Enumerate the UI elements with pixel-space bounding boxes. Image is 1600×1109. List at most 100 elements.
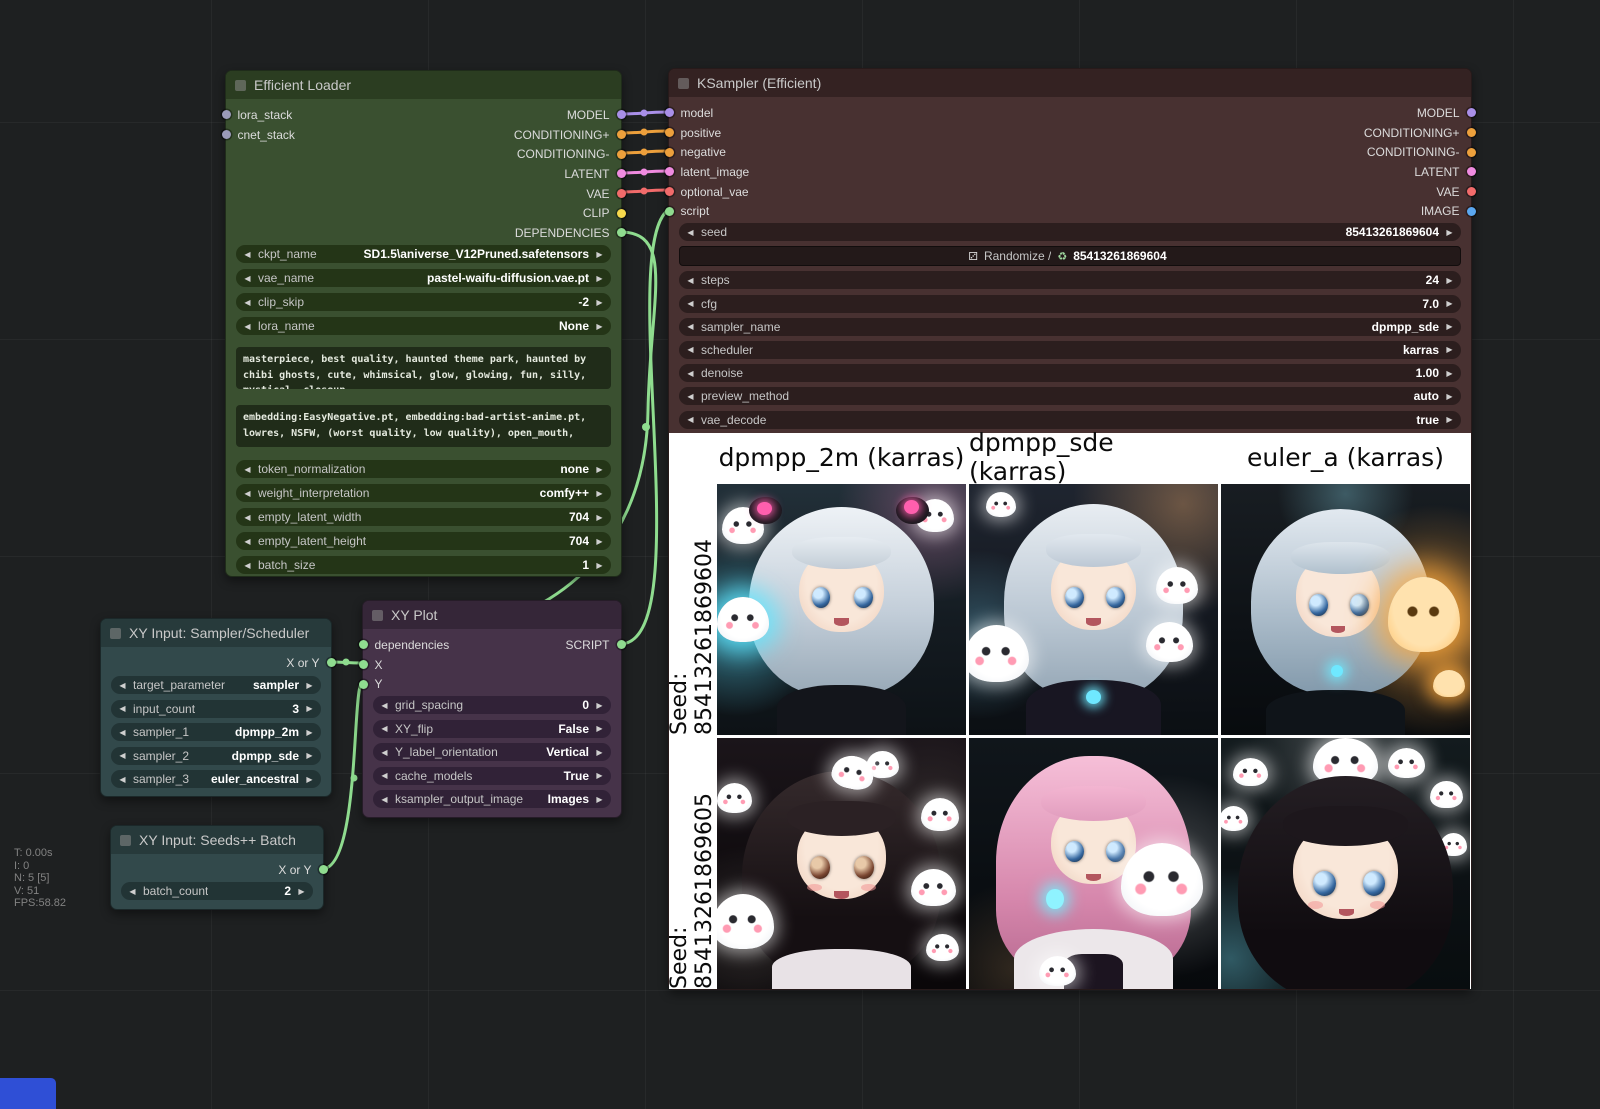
positive-prompt-textbox[interactable]: masterpiece, best quality, haunted theme… [236,347,611,389]
output-slot-script[interactable]: SCRIPT [565,635,611,655]
slot-dot[interactable] [665,128,674,137]
arrow-left-icon[interactable]: ◀ [242,465,253,474]
arrow-left-icon[interactable]: ◀ [379,748,390,757]
arrow-left-icon[interactable]: ◀ [379,795,390,804]
arrow-right-icon[interactable]: ▶ [1444,415,1455,424]
input-slot-positive[interactable]: positive [679,123,721,143]
node-titlebar[interactable]: XY Input: Sampler/Scheduler [101,619,331,647]
widget-steps[interactable]: ◀ steps 24 ▶ [679,271,1461,289]
arrow-left-icon[interactable]: ◀ [117,704,128,713]
node-titlebar[interactable]: KSampler (Efficient) [669,69,1471,97]
node-xy-input-seeds-batch[interactable]: XY Input: Seeds++ Batch X or Y ◀ batch_c… [110,825,324,910]
widget-batch-size[interactable]: ◀ batch_size 1 ▶ [236,556,611,574]
widget-denoise[interactable]: ◀ denoise 1.00 ▶ [679,364,1461,382]
widget-seed[interactable]: ◀ seed 85413261869604 ▶ [679,223,1461,241]
node-graph-canvas[interactable]: Efficient Loader lora_stack cnet_stack M… [0,0,1600,1109]
arrow-left-icon[interactable]: ◀ [117,728,128,737]
output-slot-x-or-y[interactable]: X or Y [286,653,321,673]
collapse-icon[interactable] [678,78,689,89]
node-titlebar[interactable]: Efficient Loader [226,71,621,99]
widget-y-label-orientation[interactable]: ◀ Y_label_orientation Vertical ▶ [373,743,611,761]
arrow-right-icon[interactable]: ▶ [1444,392,1455,401]
arrow-right-icon[interactable]: ▶ [594,561,605,570]
widget-scheduler[interactable]: ◀ scheduler karras ▶ [679,341,1461,359]
input-slot-x[interactable]: X [373,655,383,675]
widget-lora-name[interactable]: ◀ lora_name None ▶ [236,317,611,335]
arrow-right-icon[interactable]: ▶ [304,775,315,784]
slot-dot[interactable] [665,148,674,157]
slot-dot[interactable] [359,680,368,689]
arrow-left-icon[interactable]: ◀ [117,751,128,760]
randomize-seed-button[interactable]: ⚂ Randomize / ♻ 85413261869604 [679,246,1461,266]
output-slot-vae[interactable]: VAE [1436,182,1461,202]
collapse-icon[interactable] [120,835,131,846]
slot-dot[interactable] [222,110,231,119]
node-titlebar[interactable]: XY Plot [363,601,621,629]
arrow-right-icon[interactable]: ▶ [594,322,605,331]
arrow-left-icon[interactable]: ◀ [379,771,390,780]
slot-dot[interactable] [359,640,368,649]
slot-dot[interactable] [617,640,626,649]
widget-token-normalization[interactable]: ◀ token_normalization none ▶ [236,460,611,478]
arrow-right-icon[interactable]: ▶ [1444,299,1455,308]
output-slot-conditioning-minus[interactable]: CONDITIONING- [517,144,611,164]
output-slot-dependencies[interactable]: DEPENDENCIES [515,223,611,243]
collapse-icon[interactable] [235,80,246,91]
arrow-left-icon[interactable]: ◀ [685,415,696,424]
widget-xy-flip[interactable]: ◀ XY_flip False ▶ [373,720,611,738]
arrow-right-icon[interactable]: ▶ [594,298,605,307]
widget-empty-latent-height[interactable]: ◀ empty_latent_height 704 ▶ [236,532,611,550]
slot-dot[interactable] [359,660,368,669]
node-xy-plot[interactable]: XY Plot dependencies X Y SCRIPT [362,600,622,818]
slot-dot[interactable] [617,189,626,198]
arrow-left-icon[interactable]: ◀ [379,724,390,733]
arrow-left-icon[interactable]: ◀ [117,681,128,690]
arrow-right-icon[interactable]: ▶ [296,887,307,896]
output-slot-image[interactable]: IMAGE [1421,201,1461,221]
slot-dot[interactable] [1467,167,1476,176]
arrow-right-icon[interactable]: ▶ [1444,322,1455,331]
slot-dot[interactable] [665,108,674,117]
slot-dot[interactable] [617,228,626,237]
slot-dot[interactable] [1467,207,1476,216]
widget-preview-method[interactable]: ◀ preview_method auto ▶ [679,387,1461,405]
arrow-left-icon[interactable]: ◀ [685,276,696,285]
input-slot-cnet-stack[interactable]: cnet_stack [236,125,295,145]
arrow-left-icon[interactable]: ◀ [242,537,253,546]
arrow-right-icon[interactable]: ▶ [594,701,605,710]
input-slot-optional-vae[interactable]: optional_vae [679,182,749,202]
slot-dot[interactable] [1467,108,1476,117]
arrow-right-icon[interactable]: ▶ [304,751,315,760]
output-slot-x-or-y[interactable]: X or Y [278,860,313,880]
arrow-left-icon[interactable]: ◀ [242,489,253,498]
slot-dot[interactable] [319,865,328,874]
output-slot-vae[interactable]: VAE [586,184,611,204]
widget-sampler-3[interactable]: ◀ sampler_3 euler_ancestral ▶ [111,770,321,788]
widget-batch-count[interactable]: ◀ batch_count 2 ▶ [121,882,313,900]
output-slot-latent[interactable]: LATENT [564,164,611,184]
slot-dot[interactable] [665,207,674,216]
slot-dot[interactable] [617,110,626,119]
widget-vae-name[interactable]: ◀ vae_name pastel-waifu-diffusion.vae.pt… [236,269,611,287]
slot-dot[interactable] [222,130,231,139]
arrow-left-icon[interactable]: ◀ [685,299,696,308]
arrow-right-icon[interactable]: ▶ [1444,345,1455,354]
slot-dot[interactable] [617,150,626,159]
arrow-left-icon[interactable]: ◀ [127,887,138,896]
arrow-right-icon[interactable]: ▶ [304,728,315,737]
arrow-right-icon[interactable]: ▶ [304,681,315,690]
arrow-left-icon[interactable]: ◀ [242,274,253,283]
arrow-right-icon[interactable]: ▶ [594,250,605,259]
widget-weight-interpretation[interactable]: ◀ weight_interpretation comfy++ ▶ [236,484,611,502]
widget-clip-skip[interactable]: ◀ clip_skip -2 ▶ [236,293,611,311]
widget-ckpt-name[interactable]: ◀ ckpt_name SD1.5\aniverse_V12Pruned.saf… [236,245,611,263]
slot-dot[interactable] [1467,148,1476,157]
widget-input-count[interactable]: ◀ input_count 3 ▶ [111,700,321,718]
negative-prompt-textbox[interactable]: embedding:EasyNegative.pt, embedding:bad… [236,405,611,447]
widget-grid-spacing[interactable]: ◀ grid_spacing 0 ▶ [373,696,611,714]
input-slot-negative[interactable]: negative [679,142,726,162]
widget-target-parameter[interactable]: ◀ target_parameter sampler ▶ [111,676,321,694]
widget-cache-models[interactable]: ◀ cache_models True ▶ [373,767,611,785]
slot-dot[interactable] [1467,128,1476,137]
arrow-left-icon[interactable]: ◀ [685,392,696,401]
